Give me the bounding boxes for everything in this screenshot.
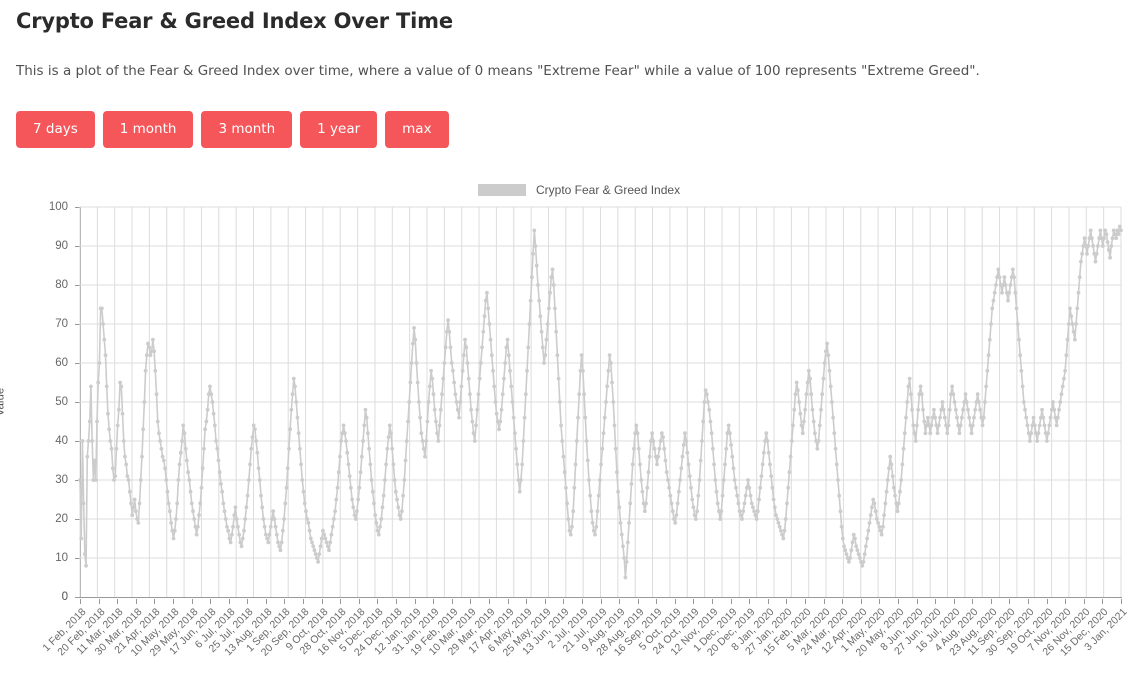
x-tick-mark [897,599,899,604]
x-tick-mark [377,599,379,604]
x-tick-mark [1102,599,1104,604]
x-tick-mark [98,599,100,604]
x-tick-mark [284,599,286,604]
x-tick-mark [563,599,565,604]
x-tick-mark [1046,599,1048,604]
y-tick-10: 10 [55,552,68,564]
page-title: Crypto Fear & Greed Index Over Time [16,9,453,33]
x-axis-tick-labels: 1 Feb, 2018 20 Feb, 2018 11 Mar, 2018 30 Ma… [0,599,1142,699]
x-tick-mark [637,599,639,604]
chart-container: Crypto Fear & Greed Index 0 10 20 30 40 50 60 7… [0,168,1142,690]
x-axis-line [80,597,1122,598]
x-tick-mark [916,599,918,604]
y-tick-90: 90 [55,240,68,252]
y-tick-40: 40 [55,435,68,447]
range-button-group: 7 days 1 month 3 month 1 year max [16,111,449,148]
x-tick-mark [749,599,751,604]
x-tick-mark [581,599,583,604]
x-tick-mark [1083,599,1085,604]
x-tick-mark [154,599,156,604]
x-tick-mark [135,599,137,604]
x-tick-mark [1009,599,1011,604]
x-tick-mark [730,599,732,604]
x-tick-mark [674,599,676,604]
x-tick-mark [210,599,212,604]
x-tick-mark [786,599,788,604]
x-tick-mark [526,599,528,604]
x-tick-mark [396,599,398,604]
range-max-button[interactable]: max [385,111,449,148]
x-tick-mark [117,599,119,604]
x-tick-mark [823,599,825,604]
x-tick-mark [842,599,844,604]
x-tick-mark [228,599,230,604]
y-tick-80: 80 [55,279,68,291]
x-tick-mark [80,599,81,604]
page-root: Crypto Fear & Greed Index Over Time This… [0,0,1142,690]
legend-label: Crypto Fear & Greed Index [536,183,681,197]
x-tick-mark [953,599,955,604]
range-7-days-button[interactable]: 7 days [16,111,95,148]
x-tick-mark [860,599,862,604]
x-tick-mark [433,599,435,604]
y-tick-20: 20 [55,513,68,525]
x-tick-mark [321,599,323,604]
x-tick-mark [693,599,695,604]
x-tick-mark [804,599,806,604]
x-tick-mark [1121,599,1122,604]
x-tick-mark [414,599,416,604]
x-tick-mark [990,599,992,604]
x-tick-mark [488,599,490,604]
x-tick-mark [191,599,193,604]
y-tick-30: 30 [55,474,68,486]
x-tick-mark [879,599,881,604]
plot-area [78,206,1123,597]
range-3-month-button[interactable]: 3 month [201,111,293,148]
x-tick-mark [265,599,267,604]
y-axis-title: Value [0,387,7,417]
page-description: This is a plot of the Fear & Greed Index… [16,63,980,79]
x-tick-mark [712,599,714,604]
y-tick-100: 100 [48,201,68,213]
x-tick-mark [303,599,305,604]
range-1-year-button[interactable]: 1 year [300,111,378,148]
y-tick-70: 70 [55,318,68,330]
range-1-month-button[interactable]: 1 month [102,111,194,148]
legend-swatch-icon [478,184,526,196]
x-tick-mark [470,599,472,604]
x-tick-mark [544,599,546,604]
x-tick-mark [172,599,174,604]
chart-legend[interactable]: Crypto Fear & Greed Index [478,183,680,197]
y-tick-60: 60 [55,357,68,369]
x-tick-mark [935,599,937,604]
x-tick-mark [767,599,769,604]
x-tick-mark [340,599,342,604]
x-tick-mark [1065,599,1067,604]
x-tick-mark [451,599,453,604]
x-tick-mark [972,599,974,604]
x-tick-mark [656,599,658,604]
x-tick-mark [600,599,602,604]
y-tick-50: 50 [55,396,68,408]
x-tick-mark [1028,599,1030,604]
x-tick-mark [247,599,249,604]
x-tick-mark [358,599,360,604]
x-tick-mark [507,599,509,604]
x-tick-mark [619,599,621,604]
series-crypto-fear-greed-index [78,224,1123,580]
y-axis-tick-labels: 0 10 20 30 40 50 60 70 80 90 100 0 [0,168,80,628]
